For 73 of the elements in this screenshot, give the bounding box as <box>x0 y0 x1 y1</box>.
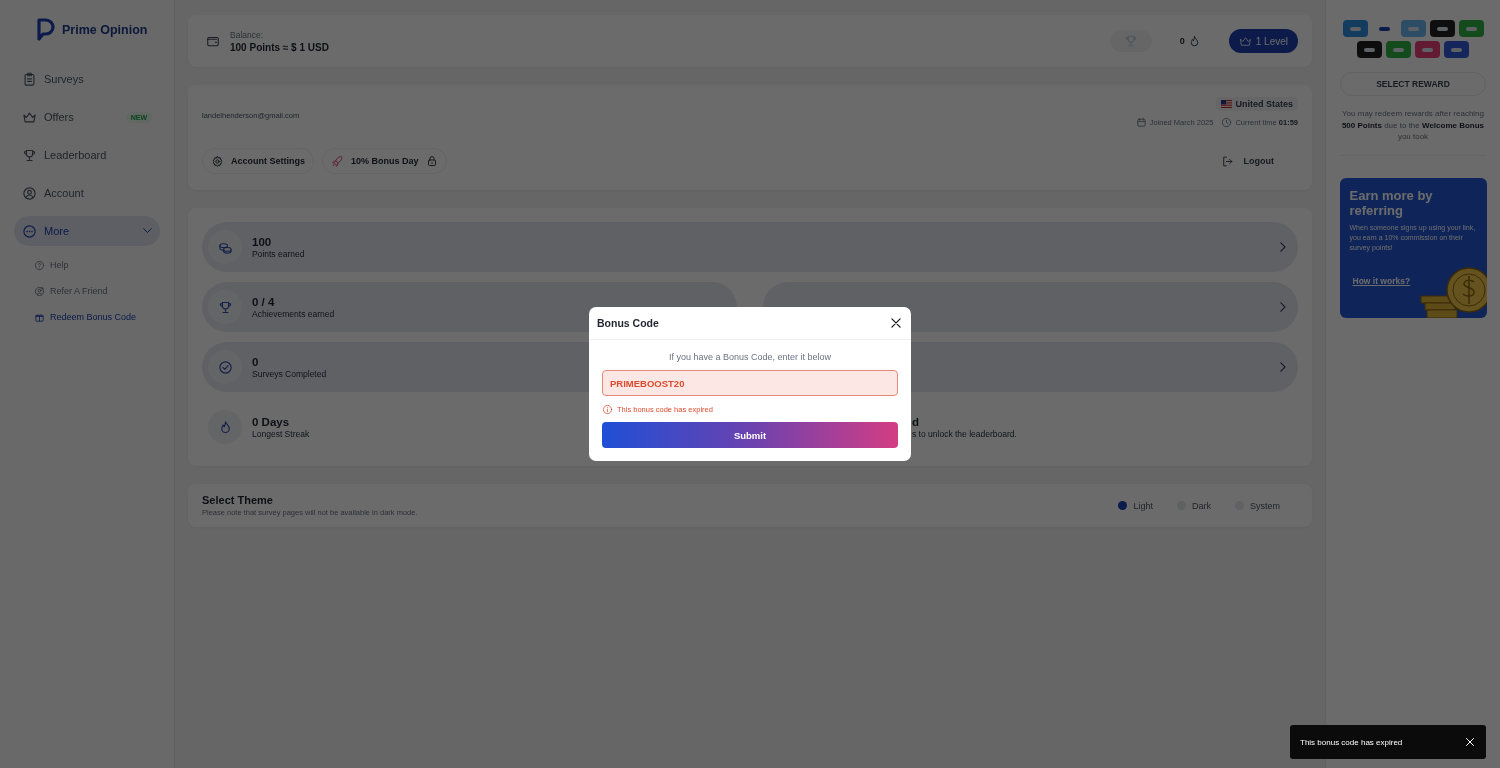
rocket-icon <box>331 154 344 168</box>
balance-value: 100 Points ≈ $ 1 USD <box>230 41 330 53</box>
help-icon <box>34 259 45 271</box>
stat-label: Points earned <box>252 248 305 259</box>
reward-logo-icon <box>1429 20 1455 37</box>
wallet-icon <box>206 34 220 48</box>
radio-button[interactable] <box>1118 501 1128 510</box>
flag-icon <box>1221 100 1233 108</box>
chevron-right-icon <box>1280 242 1286 252</box>
clipboard-icon <box>22 71 37 87</box>
chevron-right-icon <box>1280 362 1286 372</box>
close-icon <box>889 316 903 330</box>
close-button[interactable] <box>1464 736 1476 748</box>
reward-logo-icon <box>1415 41 1440 58</box>
crown-icon <box>22 109 37 125</box>
stat-value: 0 / 4 <box>252 295 275 308</box>
chevron-right-icon <box>1280 302 1286 312</box>
reward-logo-icon <box>1342 20 1368 37</box>
theme-option[interactable]: Dark <box>1170 499 1217 512</box>
theme-option[interactable]: Light <box>1112 499 1159 512</box>
reward-logo-icon <box>1400 20 1426 37</box>
referral-title: Earn more by referring <box>1349 187 1434 219</box>
theme-option[interactable]: System <box>1229 499 1286 512</box>
trophy-icon <box>217 299 233 315</box>
select-reward-button[interactable]: SELECT REWARD <box>1340 72 1486 96</box>
user-plus-icon <box>34 285 45 297</box>
submenu-item[interactable]: Redeem Bonus Code <box>34 306 160 328</box>
dialog-title: Bonus Code <box>597 317 659 329</box>
profile-action-button[interactable]: 10% Bonus Day <box>322 148 447 174</box>
stat-value: 100 <box>252 235 272 248</box>
logout-icon <box>1220 154 1234 168</box>
sidebar-item[interactable]: More <box>14 216 160 246</box>
error-icon <box>602 404 613 415</box>
stat-value: 0 Days <box>252 415 290 428</box>
level-button[interactable]: 1 Level <box>1228 29 1298 53</box>
theme-title: Select Theme <box>202 494 274 506</box>
brand-name: Prime Opinion <box>62 23 148 37</box>
stat-value: 0 <box>252 355 259 368</box>
sidebar-item[interactable]: Account <box>14 178 160 208</box>
reward-logo-icon <box>1357 41 1382 58</box>
close-icon <box>1464 736 1476 748</box>
how-it-works-link[interactable]: How it works? <box>1352 275 1411 286</box>
stat-label: s to unlock the leaderboard. <box>912 428 1017 439</box>
reward-logo-icon <box>1444 41 1469 58</box>
logout-button[interactable]: Logout <box>1214 153 1298 169</box>
user-icon <box>22 185 37 201</box>
reward-logo-icon <box>1458 20 1484 37</box>
stat-label: Achievements earned <box>252 308 335 319</box>
bonus-code-field[interactable]: PRIMEBOOST20 <box>602 370 898 396</box>
logo-icon <box>36 18 56 42</box>
gift-icon <box>34 311 45 323</box>
sidebar-item[interactable]: Surveys <box>14 64 160 94</box>
country-tag: United States <box>1216 97 1298 111</box>
stat-label: Surveys Completed <box>252 368 327 379</box>
profile-action-button[interactable]: Account Settings <box>202 148 314 174</box>
lock-icon <box>425 155 438 167</box>
trophy-icon <box>22 147 37 163</box>
chevron-down-icon <box>143 228 152 234</box>
stat-card[interactable]: 100 Points earned <box>202 222 1298 272</box>
streak-count: 0 <box>1179 36 1185 46</box>
clock-icon <box>1221 117 1233 128</box>
sidebar-item[interactable]: Leaderboard <box>14 140 160 170</box>
reward-logo-icon <box>1386 41 1411 58</box>
toast-message: This bonus code has expired <box>1300 737 1403 747</box>
check-circle-icon <box>217 359 233 375</box>
calendar-icon <box>1135 117 1147 128</box>
stat-value: d <box>912 415 920 428</box>
more-icon <box>22 223 37 239</box>
crown-icon <box>1238 34 1252 48</box>
close-button[interactable] <box>889 316 903 330</box>
settings-icon <box>211 154 224 168</box>
submit-button[interactable]: Submit <box>602 422 898 448</box>
stat-label: Longest Streak <box>252 428 310 439</box>
